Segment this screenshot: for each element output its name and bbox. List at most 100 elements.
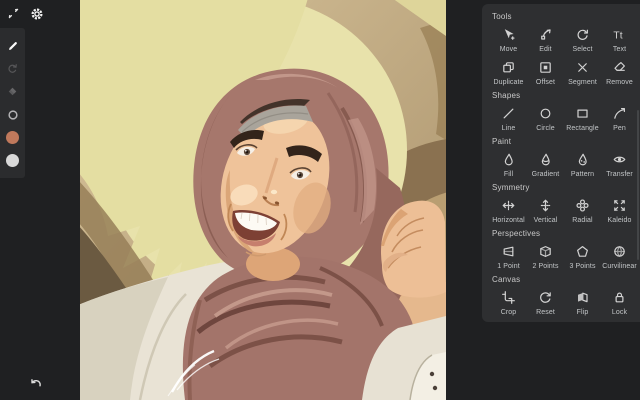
flip-tool-button[interactable]: Flip [564, 286, 601, 319]
1-point-tool-button[interactable]: 1 Point [490, 240, 527, 273]
flip-icon [575, 290, 590, 305]
tool-label: Horizontal [492, 216, 525, 224]
tool-label: Crop [500, 308, 517, 316]
text-icon: Tt [612, 27, 627, 42]
section-title-symmetry: Symmetry [492, 183, 530, 192]
radial-icon [575, 198, 590, 213]
point1-icon [501, 244, 516, 259]
horizontal-icon [501, 198, 516, 213]
pattern-icon [575, 152, 590, 167]
crop-tool-button[interactable]: Crop [490, 286, 527, 319]
pen-icon [612, 106, 627, 121]
select-icon [575, 27, 590, 42]
tool-label: Segment [568, 78, 597, 86]
curvilinear-tool-button[interactable]: Curvilinear [601, 240, 638, 273]
remove-icon [612, 60, 627, 75]
tool-grid-perspectives: 1 Point 2 Points 3 Points Curvilinear [490, 240, 638, 273]
settings-icon[interactable] [29, 6, 44, 21]
segment-tool-button[interactable]: Segment [564, 56, 601, 89]
fill-icon [501, 152, 516, 167]
tool-label: Offset [535, 78, 556, 86]
portrait-illustration [80, 0, 446, 400]
tool-label: Gradient [531, 170, 560, 178]
reset-tool-button[interactable]: Reset [527, 286, 564, 319]
kaleido-icon [612, 198, 627, 213]
tool-grid-symmetry: Horizontal Vertical Radial Kaleido [490, 194, 638, 227]
section-title-canvas: Canvas [492, 275, 521, 284]
remove-tool-button[interactable]: Remove [601, 56, 638, 89]
circle-tool-button[interactable]: Circle [527, 102, 564, 135]
tool-grid-canvas: Crop Reset Flip Lock [490, 286, 638, 319]
tool-label: Curvilinear [602, 262, 637, 270]
section-title-shapes: Shapes [492, 91, 521, 100]
top-toolbar [6, 6, 44, 21]
tool-label: Fill [503, 170, 514, 178]
rectangle-icon [575, 106, 590, 121]
point2-icon [538, 244, 553, 259]
rectangle-tool-button[interactable]: Rectangle [564, 102, 601, 135]
offset-tool-button[interactable]: Offset [527, 56, 564, 89]
redo-icon[interactable] [4, 60, 21, 77]
text-tool-button[interactable]: Tt Text [601, 23, 638, 56]
tool-label: Text [612, 45, 627, 53]
2-points-tool-button[interactable]: 2 Points [527, 240, 564, 273]
vertical-tool-button[interactable]: Vertical [527, 194, 564, 227]
tool-label: Kaleido [607, 216, 632, 224]
move-icon [501, 27, 516, 42]
eraser-tool[interactable] [4, 83, 21, 100]
tool-grid-tools: Move Edit Select Tt Text Duplicate Offset Segme… [490, 23, 638, 89]
tool-label: Lock [611, 308, 628, 316]
line-icon [501, 106, 516, 121]
fullscreen-icon[interactable] [6, 6, 21, 21]
line-tool-button[interactable]: Line [490, 102, 527, 135]
vertical-icon [538, 198, 553, 213]
offset-icon [538, 60, 553, 75]
transfer-icon [612, 152, 627, 167]
undo-icon[interactable] [28, 376, 46, 392]
pen-tool-button[interactable]: Pen [601, 102, 638, 135]
tool-label: 1 Point [497, 262, 520, 270]
lock-tool-button[interactable]: Lock [601, 286, 638, 319]
fill-tool-button[interactable]: Fill [490, 148, 527, 181]
section-title-paint: Paint [492, 137, 512, 146]
lock-icon [612, 290, 627, 305]
radial-tool-button[interactable]: Radial [564, 194, 601, 227]
duplicate-tool-button[interactable]: Duplicate [490, 56, 527, 89]
pattern-tool-button[interactable]: Pattern [564, 148, 601, 181]
3-points-tool-button[interactable]: 3 Points [564, 240, 601, 273]
select-tool-button[interactable]: Select [564, 23, 601, 56]
tool-label: Select [572, 45, 593, 53]
left-toolbar [0, 28, 25, 178]
stroke-color-swatch[interactable] [4, 152, 21, 169]
segment-icon [575, 60, 590, 75]
tool-label: 2 Points [532, 262, 559, 270]
tool-label: Duplicate [493, 78, 524, 86]
duplicate-icon [501, 60, 516, 75]
panel-scrollbar[interactable] [637, 110, 639, 260]
edit-icon [538, 27, 553, 42]
pen-tool[interactable] [4, 37, 21, 54]
reset-icon [538, 290, 553, 305]
tool-label: Circle [536, 124, 555, 132]
tool-label: Reset [536, 308, 555, 316]
gradient-tool-button[interactable]: Gradient [527, 148, 564, 181]
tool-label: Pattern [570, 170, 595, 178]
canvas-artwork[interactable] [80, 0, 446, 400]
transfer-tool-button[interactable]: Transfer [601, 148, 638, 181]
kaleido-tool-button[interactable]: Kaleido [601, 194, 638, 227]
tool-label: Flip [576, 308, 589, 316]
tool-label: Radial [572, 216, 593, 224]
gradient-icon [538, 152, 553, 167]
move-tool-button[interactable]: Move [490, 23, 527, 56]
tool-label: Line [501, 124, 516, 132]
point3-icon [575, 244, 590, 259]
section-title-tools: Tools [492, 12, 512, 21]
fill-color-swatch[interactable] [4, 129, 21, 146]
horizontal-tool-button[interactable]: Horizontal [490, 194, 527, 227]
curvilinear-icon [612, 244, 627, 259]
edit-tool-button[interactable]: Edit [527, 23, 564, 56]
stroke-style-tool[interactable] [4, 106, 21, 123]
tool-label: Remove [606, 78, 633, 86]
tool-grid-paint: Fill Gradient Pattern Transfer [490, 148, 638, 181]
section-title-perspectives: Perspectives [492, 229, 541, 238]
